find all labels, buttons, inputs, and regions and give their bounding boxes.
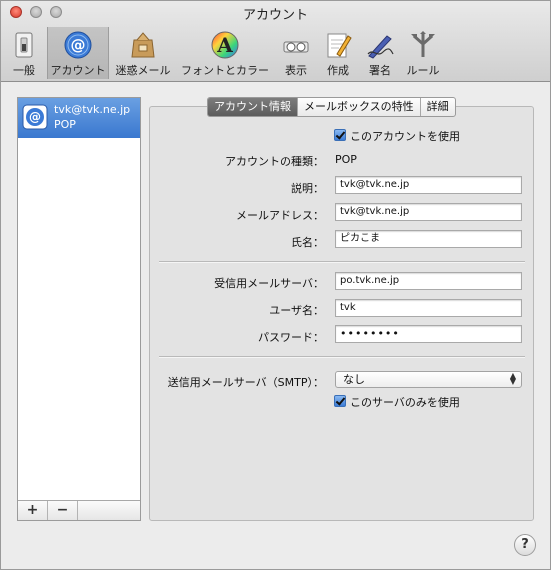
toolbar-general[interactable]: 一般 <box>5 27 43 79</box>
user-name-field[interactable]: tvk <box>335 299 522 317</box>
email-address-field[interactable]: tvk@tvk.ne.jp <box>335 203 522 221</box>
accounts-list: @ tvk@tvk.ne.jp POP + − <box>17 97 141 521</box>
enable-account-checkbox[interactable] <box>334 129 346 141</box>
enable-account-label: このアカウントを使用 <box>350 130 460 143</box>
email-address-label: メールアドレス： <box>236 209 324 222</box>
sidebar-footer: + − <box>18 500 140 520</box>
compose-pencil-icon <box>327 33 352 58</box>
toolbar-junk-mail-label: 迷惑メール <box>115 64 171 77</box>
toolbar-signatures[interactable]: 署名 <box>361 27 399 79</box>
smtp-server-select[interactable]: なし ▲ ▼ <box>335 371 522 388</box>
title-bar-toolbar: アカウント 一般 @ アカウント 迷惑メール A フォントとカラー 表示 作成 … <box>1 1 550 82</box>
window-title: アカウント <box>242 8 308 23</box>
incoming-server-field[interactable]: po.tvk.ne.jp <box>335 272 522 290</box>
password-field[interactable]: •••••••• <box>335 325 522 343</box>
account-type: POP <box>54 118 76 131</box>
rules-arrows-icon <box>411 31 435 57</box>
glasses-icon <box>283 41 309 53</box>
smtp-server-label: 送信用メールサーバ（SMTP）： <box>167 376 324 389</box>
full-name-field[interactable]: ピカこま <box>335 230 522 248</box>
description-field[interactable]: tvk@tvk.ne.jp <box>335 176 522 194</box>
smtp-server-value: なし <box>343 373 365 386</box>
junk-mail-bag-icon <box>131 32 155 58</box>
preferences-window: アカウント 一般 @ アカウント 迷惑メール A フォントとカラー 表示 作成 … <box>0 0 551 570</box>
remove-account-button[interactable]: − <box>48 501 78 520</box>
use-only-this-server-checkbox[interactable] <box>334 395 346 407</box>
toolbar-composing-label: 作成 <box>327 64 349 77</box>
settings-tabs: アカウント情報 メールボックスの特性 詳細 <box>207 97 456 117</box>
divider <box>159 261 525 263</box>
toolbar-accounts[interactable]: @ アカウント <box>47 27 109 79</box>
account-type-label: アカウントの種類： <box>225 155 324 168</box>
toolbar-accounts-label: アカウント <box>50 64 106 77</box>
account-type-value: POP <box>335 153 357 166</box>
account-name: tvk@tvk.ne.jp <box>54 103 131 116</box>
incoming-server-label: 受信用メールサーバ： <box>214 277 324 290</box>
at-sign-icon: @ <box>64 31 92 59</box>
font-color-wheel-icon: A <box>211 31 239 59</box>
toolbar-rules[interactable]: ルール <box>401 27 445 79</box>
use-only-this-server-label: このサーバのみを使用 <box>350 396 460 409</box>
svg-text:A: A <box>216 33 233 57</box>
svg-text:@: @ <box>71 36 86 54</box>
divider <box>159 356 525 358</box>
tab-account-info[interactable]: アカウント情報 <box>208 98 298 116</box>
account-row[interactable]: @ tvk@tvk.ne.jp POP <box>18 98 140 138</box>
password-label: パスワード： <box>258 331 324 344</box>
toolbar-signatures-label: 署名 <box>369 64 391 77</box>
description-label: 説明： <box>291 182 324 195</box>
svg-text:@: @ <box>29 110 41 124</box>
toolbar-junk-mail[interactable]: 迷惑メール <box>111 27 175 79</box>
toolbar-composing[interactable]: 作成 <box>319 27 357 79</box>
add-account-button[interactable]: + <box>18 501 48 520</box>
toolbar-rules-label: ルール <box>406 64 440 77</box>
toolbar-viewing[interactable]: 表示 <box>277 27 315 79</box>
tab-mailbox-behaviors[interactable]: メールボックスの特性 <box>298 98 421 116</box>
at-sign-icon: @ <box>22 104 48 130</box>
tab-advanced[interactable]: 詳細 <box>421 98 455 116</box>
toolbar-fonts-colors[interactable]: A フォントとカラー <box>177 27 273 79</box>
signature-pen-icon <box>367 35 394 59</box>
toolbar-fonts-colors-label: フォントとカラー <box>181 64 269 77</box>
full-name-label: 氏名： <box>291 236 324 249</box>
switch-icon <box>15 32 33 58</box>
toolbar-viewing-label: 表示 <box>285 64 307 77</box>
select-arrows-icon: ▲ ▼ <box>509 371 516 386</box>
toolbar-general-label: 一般 <box>13 64 35 77</box>
help-button[interactable]: ? <box>514 534 536 556</box>
user-name-label: ユーザ名： <box>269 304 324 317</box>
